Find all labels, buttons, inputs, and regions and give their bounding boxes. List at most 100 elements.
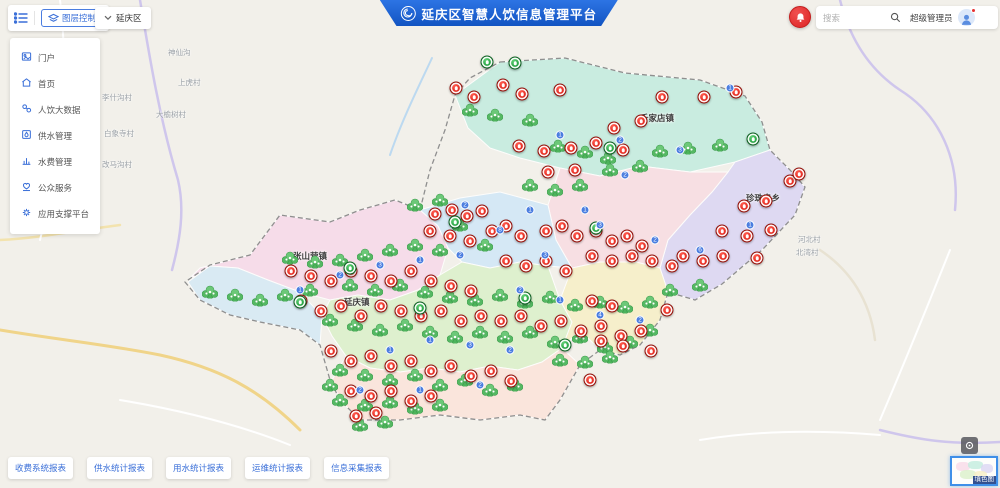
marker-alarm-red[interactable] [335, 300, 348, 313]
marker-alarm-red[interactable] [555, 315, 568, 328]
marker-alarm-red[interactable] [515, 230, 528, 243]
menu-item-7[interactable]: 应用支撑平台 [10, 201, 100, 227]
marker-village-cluster[interactable] [282, 252, 298, 265]
marker-village-cluster[interactable] [567, 299, 583, 312]
report-button-1[interactable]: 收费系统报表 [8, 457, 73, 479]
cluster-count-badge[interactable]: 2 [476, 381, 485, 390]
cluster-count-badge[interactable]: 1 [526, 206, 535, 215]
cluster-count-badge[interactable]: 1 [386, 346, 395, 355]
marker-normal-green[interactable] [604, 142, 617, 155]
marker-normal-green[interactable] [559, 339, 572, 352]
marker-alarm-red[interactable] [476, 205, 489, 218]
marker-village-cluster[interactable] [552, 354, 568, 367]
marker-alarm-red[interactable] [617, 144, 630, 157]
marker-village-cluster[interactable] [447, 331, 463, 344]
report-button-4[interactable]: 运维统计报表 [245, 457, 310, 479]
marker-alarm-red[interactable] [595, 335, 608, 348]
marker-village-cluster[interactable] [642, 296, 658, 309]
marker-village-cluster[interactable] [712, 139, 728, 152]
marker-alarm-red[interactable] [365, 390, 378, 403]
marker-alarm-red[interactable] [717, 250, 730, 263]
marker-village-cluster[interactable] [202, 286, 218, 299]
marker-village-cluster[interactable] [372, 324, 388, 337]
marker-alarm-red[interactable] [661, 304, 674, 317]
marker-village-cluster[interactable] [522, 179, 538, 192]
marker-alarm-red[interactable] [497, 79, 510, 92]
marker-village-cluster[interactable] [577, 356, 593, 369]
marker-alarm-red[interactable] [571, 230, 584, 243]
marker-village-cluster[interactable] [227, 289, 243, 302]
marker-alarm-red[interactable] [465, 370, 478, 383]
marker-village-cluster[interactable] [547, 184, 563, 197]
marker-alarm-red[interactable] [405, 395, 418, 408]
marker-village-cluster[interactable] [407, 239, 423, 252]
layer-control-button[interactable]: 图层控制 [41, 9, 103, 27]
marker-alarm-red[interactable] [425, 365, 438, 378]
menu-item-6[interactable]: 公众服务 [10, 175, 100, 201]
alarm-button[interactable] [789, 6, 811, 28]
marker-alarm-red[interactable] [350, 410, 363, 423]
marker-village-cluster[interactable] [617, 301, 633, 314]
marker-alarm-red[interactable] [385, 360, 398, 373]
marker-alarm-red[interactable] [450, 82, 463, 95]
marker-alarm-red[interactable] [741, 230, 754, 243]
marker-alarm-red[interactable] [385, 275, 398, 288]
marker-alarm-red[interactable] [765, 224, 778, 237]
marker-alarm-red[interactable] [569, 164, 582, 177]
menu-item-1[interactable]: 门户 [10, 45, 100, 71]
marker-village-cluster[interactable] [497, 331, 513, 344]
marker-alarm-red[interactable] [513, 140, 526, 153]
marker-alarm-red[interactable] [575, 325, 588, 338]
marker-alarm-red[interactable] [760, 195, 773, 208]
marker-alarm-red[interactable] [516, 88, 529, 101]
marker-alarm-red[interactable] [646, 255, 659, 268]
basemap-switcher[interactable]: 填色图 [950, 456, 998, 486]
marker-alarm-red[interactable] [540, 225, 553, 238]
marker-alarm-red[interactable] [385, 385, 398, 398]
cluster-count-badge[interactable]: 3 [376, 261, 385, 270]
marker-alarm-red[interactable] [560, 265, 573, 278]
marker-alarm-red[interactable] [461, 210, 474, 223]
marker-alarm-red[interactable] [435, 305, 448, 318]
cluster-count-badge[interactable]: 8 [496, 226, 505, 235]
cluster-count-badge[interactable]: 1 [556, 131, 565, 140]
marker-alarm-red[interactable] [595, 320, 608, 333]
marker-alarm-red[interactable] [424, 225, 437, 238]
marker-alarm-red[interactable] [617, 340, 630, 353]
cluster-count-badge[interactable]: 1 [746, 221, 755, 230]
marker-alarm-red[interactable] [554, 84, 567, 97]
marker-alarm-red[interactable] [608, 122, 621, 135]
marker-alarm-red[interactable] [500, 255, 513, 268]
search-icon[interactable] [890, 12, 901, 23]
cluster-count-badge[interactable]: 4 [596, 311, 605, 320]
report-button-5[interactable]: 信息采集报表 [324, 457, 389, 479]
marker-alarm-red[interactable] [520, 260, 533, 273]
marker-alarm-red[interactable] [793, 168, 806, 181]
marker-alarm-red[interactable] [677, 250, 690, 263]
marker-alarm-red[interactable] [556, 220, 569, 233]
marker-alarm-red[interactable] [565, 142, 578, 155]
cluster-count-badge[interactable]: 2 [616, 136, 625, 145]
marker-village-cluster[interactable] [322, 379, 338, 392]
marker-village-cluster[interactable] [307, 256, 323, 269]
marker-normal-green[interactable] [481, 56, 494, 69]
marker-alarm-red[interactable] [444, 230, 457, 243]
marker-alarm-red[interactable] [621, 230, 634, 243]
marker-alarm-red[interactable] [345, 355, 358, 368]
marker-alarm-red[interactable] [425, 275, 438, 288]
marker-alarm-red[interactable] [636, 240, 649, 253]
cluster-count-badge[interactable]: 3 [596, 221, 605, 230]
marker-alarm-red[interactable] [656, 91, 669, 104]
marker-alarm-red[interactable] [538, 145, 551, 158]
menu-item-2[interactable]: 首页 [10, 71, 100, 97]
marker-village-cluster[interactable] [382, 244, 398, 257]
marker-normal-green[interactable] [509, 57, 522, 70]
marker-alarm-red[interactable] [606, 235, 619, 248]
marker-village-cluster[interactable] [357, 249, 373, 262]
cluster-count-badge[interactable]: 1 [581, 206, 590, 215]
marker-alarm-red[interactable] [542, 166, 555, 179]
marker-alarm-red[interactable] [590, 137, 603, 150]
marker-alarm-red[interactable] [305, 270, 318, 283]
marker-normal-green[interactable] [294, 296, 307, 309]
cluster-count-badge[interactable]: 1 [416, 256, 425, 265]
